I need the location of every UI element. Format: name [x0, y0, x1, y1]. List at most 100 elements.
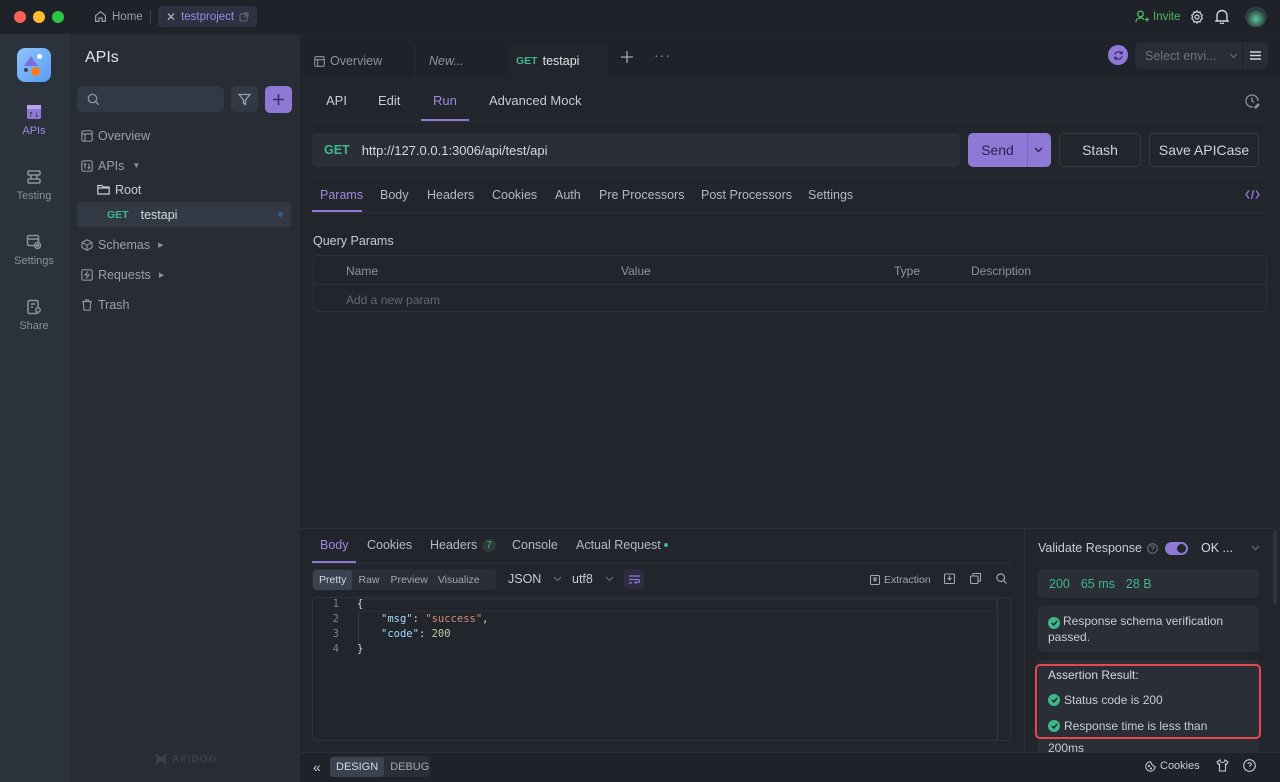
doc-tab-new[interactable]: New... — [415, 44, 509, 78]
help-icon[interactable] — [1147, 542, 1158, 554]
response-tab-actual-request[interactable]: Actual Request — [576, 538, 668, 552]
copy-icon[interactable] — [970, 573, 981, 584]
user-avatar[interactable] — [1245, 7, 1267, 27]
rail-label: Testing — [16, 190, 52, 202]
document-tab-bar: Overview New... GET testapi ··· Select e… — [300, 40, 1280, 79]
param-tab-cookies[interactable]: Cookies — [492, 188, 537, 202]
tree-item-requests[interactable]: Requests ▶ — [77, 262, 291, 287]
view-mode-raw[interactable]: Raw — [352, 570, 385, 590]
divider — [314, 284, 1266, 285]
rail-item-apis[interactable]: ↑↓ APIs — [0, 104, 68, 137]
status-select-value: OK ... — [1201, 541, 1233, 555]
close-window-button[interactable] — [14, 11, 26, 23]
method-select[interactable]: GET — [324, 143, 350, 157]
tree-item-apis[interactable]: APIs ▼ — [77, 153, 291, 178]
send-label: Send — [981, 142, 1014, 158]
param-tab-post-processors[interactable]: Post Processors — [701, 188, 792, 202]
response-tab-cookies[interactable]: Cookies — [367, 538, 412, 552]
send-options-chevron-icon[interactable] — [1034, 147, 1043, 153]
format-select[interactable]: JSON — [508, 572, 562, 586]
param-tab-body[interactable]: Body — [380, 188, 409, 202]
hamburger-menu-icon[interactable] — [1250, 51, 1261, 60]
sidebar-search-input[interactable] — [77, 86, 224, 112]
param-tab-headers[interactable]: Headers — [427, 188, 474, 202]
minimize-window-button[interactable] — [33, 11, 45, 23]
view-mode-preview[interactable]: Preview — [385, 570, 432, 590]
external-link-icon[interactable] — [239, 11, 249, 22]
filter-button[interactable] — [231, 86, 258, 112]
view-mode-pretty[interactable]: Pretty — [313, 569, 353, 590]
view-mode-visualize[interactable]: Visualize — [433, 570, 485, 590]
subtab-edit[interactable]: Edit — [378, 93, 400, 108]
subtab-run[interactable]: Run — [433, 93, 457, 108]
schemas-icon — [81, 238, 93, 251]
tab-label: Actual Request — [576, 538, 661, 552]
rail-label: Settings — [14, 255, 54, 267]
gear-icon[interactable] — [1190, 10, 1204, 24]
param-tab-auth[interactable]: Auth — [555, 188, 581, 202]
more-tabs-icon[interactable]: ··· — [654, 47, 671, 63]
send-button[interactable]: Send — [968, 133, 1051, 167]
param-tab-settings[interactable]: Settings — [808, 188, 853, 202]
encoding-select[interactable]: utf8 — [572, 572, 614, 586]
subtab-advanced-mock[interactable]: Advanced Mock — [489, 93, 582, 108]
validate-response-toggle[interactable] — [1165, 541, 1189, 555]
project-tab-label: testproject — [181, 10, 235, 23]
tree-item-overview[interactable]: Overview — [77, 123, 291, 148]
cookies-button[interactable]: Cookies — [1145, 760, 1200, 772]
tree-label: Overview — [98, 128, 151, 143]
response-tab-headers[interactable]: Headers 7 — [430, 538, 496, 552]
caret-right-icon[interactable]: ▶ — [159, 271, 164, 279]
project-tab[interactable]: ✕ testproject — [158, 6, 258, 27]
close-tab-icon[interactable]: ✕ — [166, 10, 176, 24]
bell-icon[interactable] — [1215, 9, 1229, 24]
invite-button[interactable]: Invite — [1135, 10, 1181, 23]
tree-label: testapi — [140, 207, 178, 222]
overview-icon — [314, 55, 325, 67]
environment-select[interactable]: Select envi... — [1135, 42, 1268, 69]
caret-down-icon[interactable]: ▼ — [132, 161, 140, 170]
response-status-select[interactable]: OK ... — [1201, 541, 1260, 555]
panel-scrollbar[interactable] — [1273, 530, 1277, 605]
rail-item-share[interactable]: Share — [0, 299, 68, 332]
stash-button[interactable]: Stash — [1059, 133, 1141, 167]
add-param-input[interactable]: Add a new param — [346, 293, 440, 307]
doc-tab-overview[interactable]: Overview — [300, 44, 415, 78]
sync-button[interactable] — [1108, 45, 1128, 65]
tree-item-testapi[interactable]: GET testapi — [77, 202, 291, 227]
tree-item-root[interactable]: Root — [93, 177, 291, 202]
code-generate-icon[interactable] — [1245, 189, 1260, 200]
doc-tab-testapi[interactable]: GET testapi — [508, 43, 609, 79]
highlight-box — [1035, 664, 1261, 739]
response-tab-body[interactable]: Body — [320, 538, 349, 552]
caret-right-icon[interactable]: ▶ — [158, 241, 163, 249]
mode-debug[interactable]: DEBUG — [384, 757, 435, 777]
mode-design[interactable]: DESIGN — [330, 756, 385, 777]
param-tab-params[interactable]: Params — [320, 188, 363, 202]
theme-shirt-icon[interactable] — [1216, 759, 1229, 772]
search-icon[interactable] — [996, 573, 1007, 584]
chevron-down-icon — [1251, 545, 1260, 551]
url-input[interactable]: GET http://127.0.0.1:3006/api/test/api — [312, 133, 960, 167]
save-apicase-button[interactable]: Save APICase — [1149, 133, 1259, 167]
help-icon[interactable] — [1243, 759, 1256, 772]
new-tab-button[interactable] — [620, 50, 634, 64]
response-tab-console[interactable]: Console — [512, 538, 558, 552]
tree-item-schemas[interactable]: Schemas ▶ — [77, 232, 291, 257]
word-wrap-button[interactable] — [624, 569, 644, 589]
active-line-highlight — [357, 599, 997, 612]
status-code: 200 — [1049, 576, 1070, 591]
home-tab[interactable]: Home — [86, 6, 151, 27]
divider — [312, 177, 1267, 178]
history-icon[interactable] — [1244, 93, 1260, 109]
rail-item-settings[interactable]: Settings — [0, 234, 68, 267]
add-button[interactable] — [265, 86, 292, 113]
download-icon[interactable] — [944, 573, 955, 584]
param-tab-pre-processors[interactable]: Pre Processors — [599, 188, 684, 202]
tree-item-trash[interactable]: Trash — [77, 292, 291, 317]
rail-item-testing[interactable]: Testing — [0, 169, 68, 202]
subtab-api[interactable]: API — [326, 93, 347, 108]
collapse-sidebar-icon[interactable]: « — [313, 759, 321, 775]
extraction-button[interactable]: Extraction — [870, 574, 931, 586]
maximize-window-button[interactable] — [52, 11, 64, 23]
